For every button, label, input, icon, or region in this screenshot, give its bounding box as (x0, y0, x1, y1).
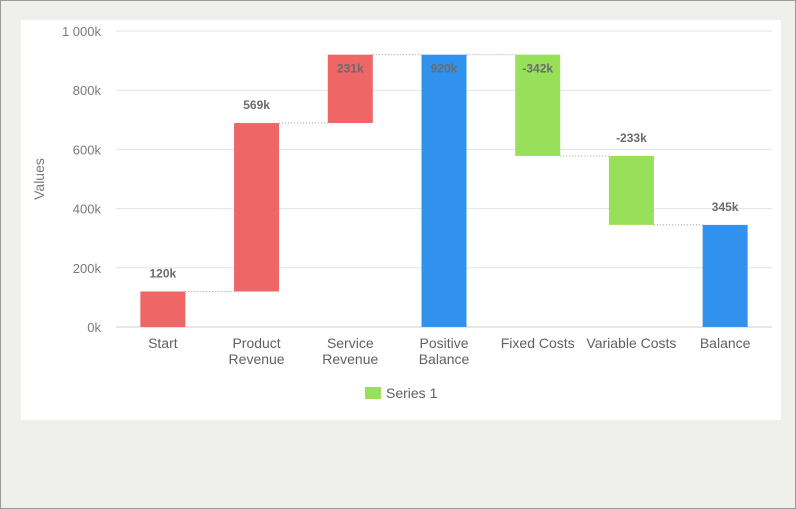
data-label: -342k (522, 62, 553, 76)
data-label: 920k (431, 62, 458, 76)
y-tick-label: 800k (73, 83, 102, 98)
y-tick-label: 200k (73, 261, 102, 276)
bars (140, 54, 748, 328)
y-tick-label: 0k (87, 320, 101, 335)
data-label: 569k (243, 98, 270, 112)
data-label: 231k (337, 62, 364, 76)
y-axis-title: Values (31, 158, 47, 200)
x-tick-label: Service Revenue (322, 335, 378, 367)
x-tick-label: Product Revenue (229, 335, 285, 367)
y-tick-label: 400k (73, 202, 102, 217)
y-tick-label: 1 000k (62, 24, 102, 39)
legend-label: Series 1 (386, 385, 438, 401)
legend-swatch (365, 387, 381, 399)
data-label: -233k (616, 131, 647, 145)
window-frame: 120k 569k 231k 920k -342k -233k 345k 0k 200k 400… (0, 0, 796, 509)
data-label: 120k (150, 266, 177, 280)
x-tick-label: Fixed Costs (501, 335, 575, 351)
bar[interactable] (702, 224, 748, 327)
data-label: 345k (712, 200, 739, 214)
chart-card: 120k 569k 231k 920k -342k -233k 345k 0k 200k 400… (21, 20, 781, 420)
x-tick-label: Balance (700, 335, 751, 351)
x-tick-label: Variable Costs (586, 335, 676, 351)
legend[interactable]: Series 1 (365, 385, 438, 401)
bar[interactable] (608, 155, 654, 225)
x-tick-label: Positive Balance (419, 335, 470, 367)
waterfall-chart: 120k 569k 231k 920k -342k -233k 345k 0k 200k 400… (31, 24, 772, 401)
bar[interactable] (140, 291, 186, 327)
x-tick-label: Start (148, 335, 178, 351)
bar[interactable] (234, 123, 280, 292)
y-tick-label: 600k (73, 142, 102, 157)
bar[interactable] (421, 54, 467, 328)
